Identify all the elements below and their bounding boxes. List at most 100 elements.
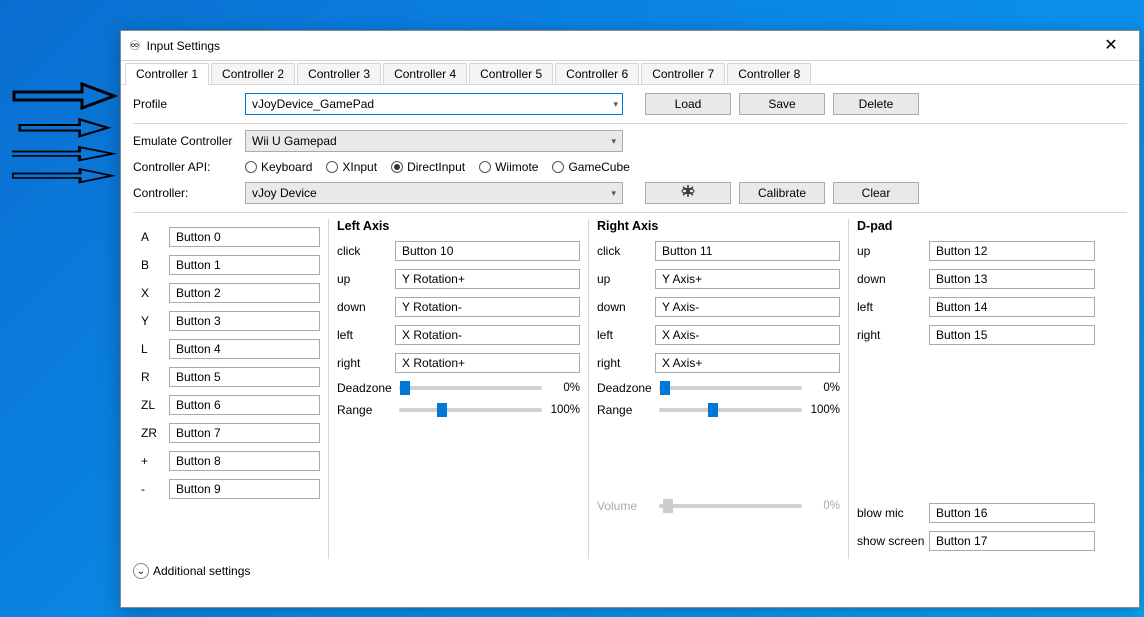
right-deadzone-slider[interactable]: Deadzone 0% bbox=[597, 381, 840, 395]
buttons-column: AButton 0BButton 1XButton 2 YButton 3 LBut… bbox=[133, 219, 328, 559]
binding-label: - bbox=[141, 482, 169, 496]
left-axis-binding-left[interactable]: X Rotation- bbox=[395, 325, 580, 345]
binding-box-b[interactable]: Button 1 bbox=[169, 255, 320, 275]
right-axis-column: Right Axis clickButton 11 upY Axis+ downY … bbox=[588, 219, 848, 559]
right-range-slider[interactable]: Range 100% bbox=[597, 403, 840, 417]
binding-label: down bbox=[337, 300, 395, 314]
binding-box--[interactable]: Button 9 bbox=[169, 479, 320, 499]
binding-label: down bbox=[597, 300, 655, 314]
right-axis-binding-click[interactable]: Button 11 bbox=[655, 241, 840, 261]
profile-label: Profile bbox=[133, 97, 237, 111]
save-button[interactable]: Save bbox=[739, 93, 825, 115]
binding-row: upY Rotation+ bbox=[337, 269, 580, 289]
api-radio-directinput[interactable]: DirectInput bbox=[391, 160, 465, 174]
profile-combobox[interactable]: ▾ bbox=[245, 93, 623, 115]
tab-controller-7[interactable]: Controller 7 bbox=[641, 63, 725, 84]
binding-label: click bbox=[337, 244, 395, 258]
chevron-down-icon: ▾ bbox=[611, 188, 616, 199]
right-axis-binding-left[interactable]: X Axis- bbox=[655, 325, 840, 345]
binding-row: rightButton 15 bbox=[857, 325, 1095, 345]
binding-row: LButton 4 bbox=[141, 339, 320, 359]
api-radio-xinput[interactable]: XInput bbox=[326, 160, 377, 174]
additional-settings-toggle[interactable]: ⌄ Additional settings bbox=[133, 563, 1127, 579]
chevron-down-icon: ⌄ bbox=[133, 563, 149, 579]
binding-box-l[interactable]: Button 4 bbox=[169, 339, 320, 359]
clear-button[interactable]: Clear bbox=[833, 182, 919, 204]
dpad-binding-down[interactable]: Button 13 bbox=[929, 269, 1095, 289]
binding-row: upY Axis+ bbox=[597, 269, 840, 289]
extra-binding-blow mic[interactable]: Button 16 bbox=[929, 503, 1095, 523]
binding-label: X bbox=[141, 286, 169, 300]
left-axis-binding-right[interactable]: X Rotation+ bbox=[395, 353, 580, 373]
binding-row: leftButton 14 bbox=[857, 297, 1095, 317]
tab-controller-5[interactable]: Controller 5 bbox=[469, 63, 553, 84]
load-button[interactable]: Load bbox=[645, 93, 731, 115]
rumble-button[interactable] bbox=[645, 182, 731, 204]
extra-binding-show screen[interactable]: Button 17 bbox=[929, 531, 1095, 551]
left-axis-column: Left Axis clickButton 10 upY Rotation+ dow… bbox=[328, 219, 588, 559]
emulate-combobox[interactable]: Wii U Gamepad ▾ bbox=[245, 130, 623, 152]
binding-label: + bbox=[141, 454, 169, 468]
dpad-heading: D-pad bbox=[857, 219, 1095, 233]
binding-label: blow mic bbox=[857, 506, 929, 520]
binding-label: left bbox=[337, 328, 395, 342]
binding-box-y[interactable]: Button 3 bbox=[169, 311, 320, 331]
tab-controller-3[interactable]: Controller 3 bbox=[297, 63, 381, 84]
radio-icon bbox=[326, 161, 338, 173]
dpad-binding-left[interactable]: Button 14 bbox=[929, 297, 1095, 317]
left-axis-heading: Left Axis bbox=[337, 219, 580, 233]
binding-box-zl[interactable]: Button 6 bbox=[169, 395, 320, 415]
api-radio-gamecube[interactable]: GameCube bbox=[552, 160, 629, 174]
right-axis-heading: Right Axis bbox=[597, 219, 840, 233]
binding-box-zr[interactable]: Button 7 bbox=[169, 423, 320, 443]
binding-row: -Button 9 bbox=[141, 479, 320, 499]
dpad-binding-right[interactable]: Button 15 bbox=[929, 325, 1095, 345]
binding-label: up bbox=[857, 244, 929, 258]
left-deadzone-slider[interactable]: Deadzone 0% bbox=[337, 381, 580, 395]
binding-box-r[interactable]: Button 5 bbox=[169, 367, 320, 387]
api-radio-group: Keyboard XInput DirectInput Wiimote GameCube bbox=[245, 160, 630, 174]
binding-row: show screenButton 17 bbox=[857, 531, 1095, 551]
controller-value: vJoy Device bbox=[252, 186, 317, 200]
binding-row: downY Rotation- bbox=[337, 297, 580, 317]
left-range-slider[interactable]: Range 100% bbox=[337, 403, 580, 417]
binding-box-x[interactable]: Button 2 bbox=[169, 283, 320, 303]
controller-combobox[interactable]: vJoy Device ▾ bbox=[245, 182, 623, 204]
tab-controller-1[interactable]: Controller 1 bbox=[125, 63, 209, 85]
binding-label: click bbox=[597, 244, 655, 258]
chevron-down-icon: ▾ bbox=[611, 136, 616, 147]
delete-button[interactable]: Delete bbox=[833, 93, 919, 115]
tab-controller-4[interactable]: Controller 4 bbox=[383, 63, 467, 84]
api-radio-wiimote[interactable]: Wiimote bbox=[479, 160, 538, 174]
api-radio-keyboard[interactable]: Keyboard bbox=[245, 160, 312, 174]
right-axis-binding-up[interactable]: Y Axis+ bbox=[655, 269, 840, 289]
content-area: Profile ▾ Load Save Delete Emulate Contr… bbox=[121, 85, 1139, 607]
right-axis-binding-down[interactable]: Y Axis- bbox=[655, 297, 840, 317]
left-axis-binding-click[interactable]: Button 10 bbox=[395, 241, 580, 261]
binding-row: upButton 12 bbox=[857, 241, 1095, 261]
binding-row: ZLButton 6 bbox=[141, 395, 320, 415]
profile-input[interactable] bbox=[250, 96, 613, 112]
tab-controller-8[interactable]: Controller 8 bbox=[727, 63, 811, 84]
left-axis-binding-down[interactable]: Y Rotation- bbox=[395, 297, 580, 317]
dpad-binding-up[interactable]: Button 12 bbox=[929, 241, 1095, 261]
binding-box-+[interactable]: Button 8 bbox=[169, 451, 320, 471]
annotation-arrows bbox=[12, 82, 132, 212]
calibrate-button[interactable]: Calibrate bbox=[739, 182, 825, 204]
binding-label: A bbox=[141, 230, 169, 244]
binding-label: B bbox=[141, 258, 169, 272]
right-axis-binding-right[interactable]: X Axis+ bbox=[655, 353, 840, 373]
left-axis-binding-up[interactable]: Y Rotation+ bbox=[395, 269, 580, 289]
tab-controller-6[interactable]: Controller 6 bbox=[555, 63, 639, 84]
close-button[interactable]: ✕ bbox=[1091, 31, 1131, 61]
window-title: Input Settings bbox=[147, 39, 1091, 53]
binding-row: YButton 3 bbox=[141, 311, 320, 331]
radio-icon bbox=[479, 161, 491, 173]
binding-row: +Button 8 bbox=[141, 451, 320, 471]
volume-slider: Volume 0% bbox=[597, 499, 840, 513]
binding-label: ZL bbox=[141, 398, 169, 412]
chevron-down-icon: ▾ bbox=[613, 99, 618, 110]
tab-controller-2[interactable]: Controller 2 bbox=[211, 63, 295, 84]
binding-row: rightX Rotation+ bbox=[337, 353, 580, 373]
binding-box-a[interactable]: Button 0 bbox=[169, 227, 320, 247]
